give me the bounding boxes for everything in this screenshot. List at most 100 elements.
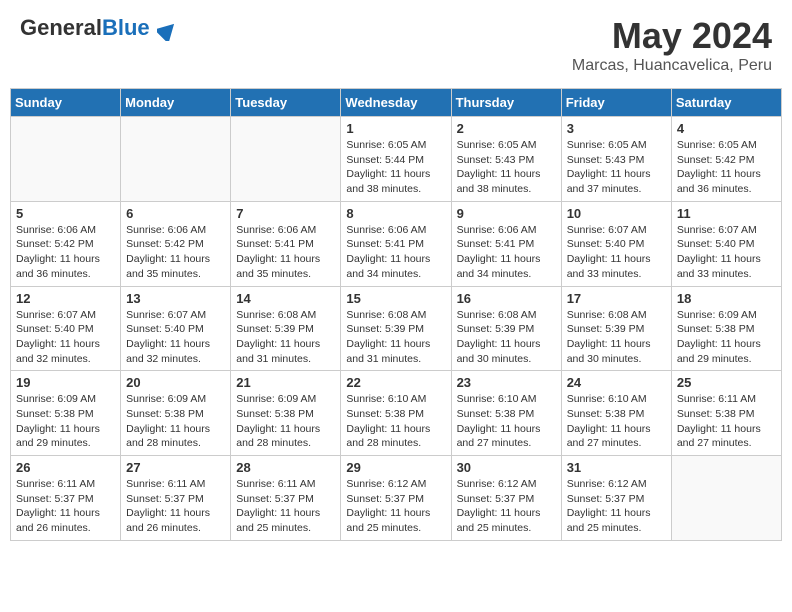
table-row: 14Sunrise: 6:08 AM Sunset: 5:39 PM Dayli… — [231, 286, 341, 371]
day-number: 2 — [457, 121, 556, 136]
table-row: 8 Sunrise: 6:06 AM Sunset: 5:41 PM Daylig… — [341, 201, 451, 286]
logo: GeneralBlue — [20, 15, 177, 41]
table-row: 30Sunrise: 6:12 AM Sunset: 5:37 PM Dayli… — [451, 456, 561, 541]
day-info: Sunrise: 6:12 AM Sunset: 5:37 PM Dayligh… — [346, 477, 445, 536]
day-number: 27 — [126, 460, 225, 475]
col-saturday: Saturday — [671, 89, 781, 117]
day-info: Sunrise: 6:09 AM Sunset: 5:38 PM Dayligh… — [236, 392, 335, 451]
day-info: Sunrise: 6:10 AM Sunset: 5:38 PM Dayligh… — [346, 392, 445, 451]
location-text: Marcas, Huancavelica, Peru — [572, 57, 772, 75]
day-info: Sunrise: 6:10 AM Sunset: 5:38 PM Dayligh… — [567, 392, 666, 451]
table-row: 5 Sunrise: 6:06 AM Sunset: 5:42 PM Daylig… — [11, 201, 121, 286]
table-row: 23 Sunrise: 6:10 AM Sunset: 5:38 PM Dayli… — [451, 371, 561, 456]
day-info: Sunrise: 6:10 AM Sunset: 5:38 PM Dayligh… — [457, 392, 556, 451]
day-number: 3 — [567, 121, 666, 136]
table-row: 7 Sunrise: 6:06 AM Sunset: 5:41 PM Daylig… — [231, 201, 341, 286]
table-row: 4 Sunrise: 6:05 AM Sunset: 5:42 PM Daylig… — [671, 117, 781, 202]
day-number: 22 — [346, 375, 445, 390]
table-row — [11, 117, 121, 202]
table-row: 10Sunrise: 6:07 AM Sunset: 5:40 PM Dayli… — [561, 201, 671, 286]
col-thursday: Thursday — [451, 89, 561, 117]
calendar-week-row: 1 Sunrise: 6:05 AM Sunset: 5:44 PM Daylig… — [11, 117, 782, 202]
col-friday: Friday — [561, 89, 671, 117]
day-number: 9 — [457, 206, 556, 221]
day-number: 23 — [457, 375, 556, 390]
day-number: 4 — [677, 121, 776, 136]
page-header: GeneralBlue May 2024 Marcas, Huancavelic… — [10, 10, 782, 80]
day-number: 26 — [16, 460, 115, 475]
table-row: 12Sunrise: 6:07 AM Sunset: 5:40 PM Dayli… — [11, 286, 121, 371]
day-info: Sunrise: 6:05 AM Sunset: 5:44 PM Dayligh… — [346, 138, 445, 197]
day-info: Sunrise: 6:06 AM Sunset: 5:41 PM Dayligh… — [346, 223, 445, 282]
day-info: Sunrise: 6:07 AM Sunset: 5:40 PM Dayligh… — [677, 223, 776, 282]
day-number: 8 — [346, 206, 445, 221]
day-info: Sunrise: 6:11 AM Sunset: 5:38 PM Dayligh… — [677, 392, 776, 451]
day-number: 19 — [16, 375, 115, 390]
calendar-header-row: Sunday Monday Tuesday Wednesday Thursday… — [11, 89, 782, 117]
day-info: Sunrise: 6:07 AM Sunset: 5:40 PM Dayligh… — [126, 308, 225, 367]
calendar-week-row: 26 Sunrise: 6:11 AM Sunset: 5:37 PM Dayli… — [11, 456, 782, 541]
day-info: Sunrise: 6:11 AM Sunset: 5:37 PM Dayligh… — [126, 477, 225, 536]
day-number: 6 — [126, 206, 225, 221]
day-number: 17 — [567, 291, 666, 306]
day-number: 11 — [677, 206, 776, 221]
day-info: Sunrise: 6:09 AM Sunset: 5:38 PM Dayligh… — [126, 392, 225, 451]
calendar-week-row: 19 Sunrise: 6:09 AM Sunset: 5:38 PM Dayli… — [11, 371, 782, 456]
day-info: Sunrise: 6:06 AM Sunset: 5:41 PM Dayligh… — [457, 223, 556, 282]
day-info: Sunrise: 6:06 AM Sunset: 5:41 PM Dayligh… — [236, 223, 335, 282]
table-row: 25 Sunrise: 6:11 AM Sunset: 5:38 PM Dayli… — [671, 371, 781, 456]
title-block: May 2024 Marcas, Huancavelica, Peru — [572, 15, 772, 75]
table-row: 27 Sunrise: 6:11 AM Sunset: 5:37 PM Dayli… — [121, 456, 231, 541]
table-row: 1 Sunrise: 6:05 AM Sunset: 5:44 PM Daylig… — [341, 117, 451, 202]
table-row: 20 Sunrise: 6:09 AM Sunset: 5:38 PM Dayli… — [121, 371, 231, 456]
table-row — [671, 456, 781, 541]
col-tuesday: Tuesday — [231, 89, 341, 117]
table-row: 22 Sunrise: 6:10 AM Sunset: 5:38 PM Dayli… — [341, 371, 451, 456]
calendar-week-row: 12Sunrise: 6:07 AM Sunset: 5:40 PM Dayli… — [11, 286, 782, 371]
table-row: 6 Sunrise: 6:06 AM Sunset: 5:42 PM Daylig… — [121, 201, 231, 286]
day-info: Sunrise: 6:05 AM Sunset: 5:43 PM Dayligh… — [567, 138, 666, 197]
day-number: 25 — [677, 375, 776, 390]
table-row: 29 Sunrise: 6:12 AM Sunset: 5:37 PM Dayli… — [341, 456, 451, 541]
table-row: 13 Sunrise: 6:07 AM Sunset: 5:40 PM Dayli… — [121, 286, 231, 371]
day-number: 24 — [567, 375, 666, 390]
day-number: 7 — [236, 206, 335, 221]
table-row: 24 Sunrise: 6:10 AM Sunset: 5:38 PM Dayli… — [561, 371, 671, 456]
table-row: 28Sunrise: 6:11 AM Sunset: 5:37 PM Dayli… — [231, 456, 341, 541]
day-number: 14 — [236, 291, 335, 306]
day-number: 20 — [126, 375, 225, 390]
table-row: 15 Sunrise: 6:08 AM Sunset: 5:39 PM Dayli… — [341, 286, 451, 371]
calendar-table: Sunday Monday Tuesday Wednesday Thursday… — [10, 88, 782, 541]
day-info: Sunrise: 6:08 AM Sunset: 5:39 PM Dayligh… — [346, 308, 445, 367]
day-number: 29 — [346, 460, 445, 475]
table-row — [121, 117, 231, 202]
day-info: Sunrise: 6:06 AM Sunset: 5:42 PM Dayligh… — [126, 223, 225, 282]
table-row: 18Sunrise: 6:09 AM Sunset: 5:38 PM Dayli… — [671, 286, 781, 371]
day-info: Sunrise: 6:05 AM Sunset: 5:43 PM Dayligh… — [457, 138, 556, 197]
table-row: 16Sunrise: 6:08 AM Sunset: 5:39 PM Dayli… — [451, 286, 561, 371]
day-number: 16 — [457, 291, 556, 306]
table-row: 11 Sunrise: 6:07 AM Sunset: 5:40 PM Dayli… — [671, 201, 781, 286]
day-number: 21 — [236, 375, 335, 390]
day-number: 13 — [126, 291, 225, 306]
day-number: 5 — [16, 206, 115, 221]
table-row: 21 Sunrise: 6:09 AM Sunset: 5:38 PM Dayli… — [231, 371, 341, 456]
calendar-week-row: 5 Sunrise: 6:06 AM Sunset: 5:42 PM Daylig… — [11, 201, 782, 286]
day-number: 18 — [677, 291, 776, 306]
table-row — [231, 117, 341, 202]
table-row: 26Sunrise: 6:11 AM Sunset: 5:37 PM Dayli… — [11, 456, 121, 541]
table-row: 17Sunrise: 6:08 AM Sunset: 5:39 PM Dayli… — [561, 286, 671, 371]
day-info: Sunrise: 6:06 AM Sunset: 5:42 PM Dayligh… — [16, 223, 115, 282]
logo-blue-text: Blue — [102, 15, 150, 40]
day-info: Sunrise: 6:05 AM Sunset: 5:42 PM Dayligh… — [677, 138, 776, 197]
day-number: 10 — [567, 206, 666, 221]
day-number: 15 — [346, 291, 445, 306]
day-info: Sunrise: 6:11 AM Sunset: 5:37 PM Dayligh… — [236, 477, 335, 536]
table-row: 3 Sunrise: 6:05 AM Sunset: 5:43 PM Daylig… — [561, 117, 671, 202]
month-title: May 2024 — [572, 15, 772, 57]
day-info: Sunrise: 6:07 AM Sunset: 5:40 PM Dayligh… — [16, 308, 115, 367]
day-info: Sunrise: 6:09 AM Sunset: 5:38 PM Dayligh… — [16, 392, 115, 451]
day-number: 1 — [346, 121, 445, 136]
day-info: Sunrise: 6:12 AM Sunset: 5:37 PM Dayligh… — [457, 477, 556, 536]
table-row: 9 Sunrise: 6:06 AM Sunset: 5:41 PM Daylig… — [451, 201, 561, 286]
